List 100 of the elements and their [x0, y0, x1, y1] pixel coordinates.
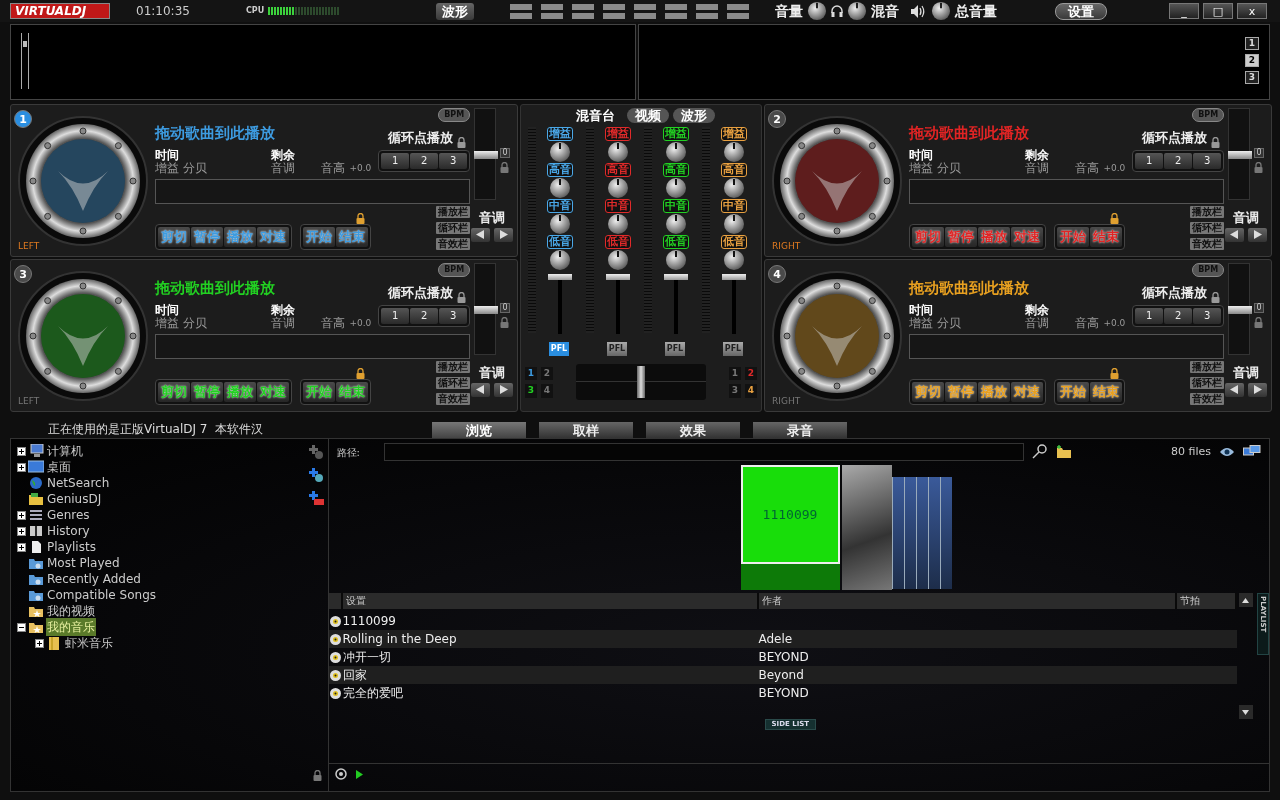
eq-knob[interactable]: [665, 141, 687, 163]
panel-toggle-button[interactable]: 播放栏: [1190, 360, 1225, 373]
loop-button[interactable]: 3: [439, 152, 468, 169]
pitch-slider[interactable]: [1228, 108, 1251, 200]
cue-button[interactable]: 开始: [303, 381, 336, 402]
deck-button[interactable]: 播放: [224, 226, 257, 247]
loop-button[interactable]: 2: [1164, 307, 1193, 324]
tree-item[interactable]: Recently Added: [46, 570, 142, 588]
pitch-slider[interactable]: [474, 263, 497, 355]
deck-button[interactable]: 剪切: [158, 226, 191, 247]
fader-thumb[interactable]: [664, 274, 688, 280]
tree-item[interactable]: Compatible Songs: [46, 586, 157, 604]
layout-icon[interactable]: [572, 3, 594, 19]
tree-item[interactable]: 我的音乐: [46, 618, 96, 636]
monitors-icon[interactable]: [1243, 445, 1261, 459]
loop-button[interactable]: 3: [1193, 307, 1222, 324]
loop-button[interactable]: 1: [381, 152, 410, 169]
eq-knob[interactable]: [607, 249, 629, 271]
mixer-tab[interactable]: 混音台: [567, 108, 623, 123]
eq-knob[interactable]: [723, 213, 745, 235]
slider-thumb[interactable]: [1228, 151, 1253, 159]
panel-toggle-button[interactable]: 播放栏: [436, 205, 471, 218]
browser-tab[interactable]: 录音: [753, 422, 847, 438]
loop-button[interactable]: 2: [1164, 152, 1193, 169]
panel-toggle-button[interactable]: 音效栏: [1190, 237, 1225, 250]
plus-folder-icon[interactable]: [308, 491, 324, 506]
pitch-up-button[interactable]: [1248, 382, 1268, 397]
pitch-slider[interactable]: [474, 108, 497, 200]
eq-knob[interactable]: [607, 141, 629, 163]
column-header[interactable]: 节拍: [1176, 593, 1237, 609]
panel-toggle-button[interactable]: 音效栏: [436, 237, 471, 250]
deck-select-button[interactable]: 3: [1245, 71, 1259, 84]
panel-toggle-button[interactable]: 播放栏: [1190, 205, 1225, 218]
loop-button[interactable]: 1: [381, 307, 410, 324]
tree-item[interactable]: NetSearch: [46, 474, 111, 492]
search-icon[interactable]: [334, 768, 348, 781]
deck-button[interactable]: 暂停: [191, 226, 224, 247]
plus-gear-icon[interactable]: [308, 445, 324, 460]
close-button[interactable]: x: [1237, 3, 1267, 19]
fader-thumb[interactable]: [548, 274, 572, 280]
mix-knob[interactable]: [847, 1, 867, 21]
eq-knob[interactable]: [549, 213, 571, 235]
tree-item[interactable]: History: [46, 522, 91, 540]
pitch-reset-button[interactable]: 0: [500, 303, 511, 313]
pitch-down-button[interactable]: [1225, 227, 1245, 242]
view-button[interactable]: 波形: [436, 2, 474, 20]
eq-knob[interactable]: [723, 249, 745, 271]
pitch-reset-button[interactable]: 0: [500, 148, 511, 158]
tree-item[interactable]: Most Played: [46, 554, 121, 572]
cue-button[interactable]: 结束: [336, 226, 369, 247]
panel-toggle-button[interactable]: 循环栏: [1190, 376, 1225, 389]
eq-knob[interactable]: [665, 213, 687, 235]
plus-gear-icon[interactable]: [308, 468, 324, 483]
slider-thumb[interactable]: [1228, 306, 1253, 314]
master-knob[interactable]: [931, 1, 951, 21]
maximize-button[interactable]: □: [1203, 3, 1233, 19]
pitch-up-button[interactable]: [494, 227, 514, 242]
pitch-down-button[interactable]: [1225, 382, 1245, 397]
deck-select-button[interactable]: 2: [1245, 54, 1259, 67]
fader-thumb[interactable]: [606, 274, 630, 280]
deck-button[interactable]: 播放: [224, 381, 257, 402]
pfl-button[interactable]: PFL: [607, 342, 627, 356]
deck-button[interactable]: 对速: [257, 381, 290, 402]
tree-item[interactable]: 虾米音乐: [64, 634, 114, 652]
deck-button[interactable]: 对速: [257, 226, 290, 247]
slider-thumb[interactable]: [474, 306, 499, 314]
volume-knob[interactable]: [807, 1, 827, 21]
eq-knob[interactable]: [607, 213, 629, 235]
tree-item[interactable]: Playlists: [46, 538, 97, 556]
pfl-button[interactable]: PFL: [665, 342, 685, 356]
pfl-button[interactable]: PFL: [723, 342, 743, 356]
pitch-up-button[interactable]: [1248, 227, 1268, 242]
mixer-tab[interactable]: 波形: [672, 108, 715, 123]
pitch-reset-button[interactable]: 0: [1254, 303, 1265, 313]
scroll-down-button[interactable]: [1238, 705, 1253, 719]
pitch-up-button[interactable]: [494, 382, 514, 397]
search-icon[interactable]: [1031, 444, 1048, 460]
expand-icon[interactable]: [17, 526, 26, 536]
crossfader-thumb[interactable]: [637, 366, 645, 398]
eq-knob[interactable]: [549, 177, 571, 199]
cue-button[interactable]: 结束: [336, 381, 369, 402]
layout-icon[interactable]: [665, 3, 687, 19]
zoom-slider[interactable]: [21, 33, 29, 89]
pitch-down-button[interactable]: [471, 382, 491, 397]
column-header[interactable]: 作者: [758, 593, 1177, 609]
panel-toggle-button[interactable]: 播放栏: [436, 360, 471, 373]
fader-thumb[interactable]: [722, 274, 746, 280]
panel-toggle-button[interactable]: 循环栏: [1190, 221, 1225, 234]
loop-button[interactable]: 2: [410, 307, 439, 324]
cue-button[interactable]: 结束: [1090, 381, 1123, 402]
loop-button[interactable]: 2: [410, 152, 439, 169]
layout-icon[interactable]: [541, 3, 563, 19]
mixer-tab[interactable]: 视频: [626, 108, 669, 123]
path-field[interactable]: [383, 443, 1024, 461]
tree-item[interactable]: Genres: [46, 506, 91, 524]
expand-icon[interactable]: [17, 462, 26, 472]
layout-icon[interactable]: [727, 3, 749, 19]
collapse-icon[interactable]: [17, 622, 26, 632]
column-header[interactable]: 设置: [342, 593, 759, 609]
eq-knob[interactable]: [723, 177, 745, 199]
